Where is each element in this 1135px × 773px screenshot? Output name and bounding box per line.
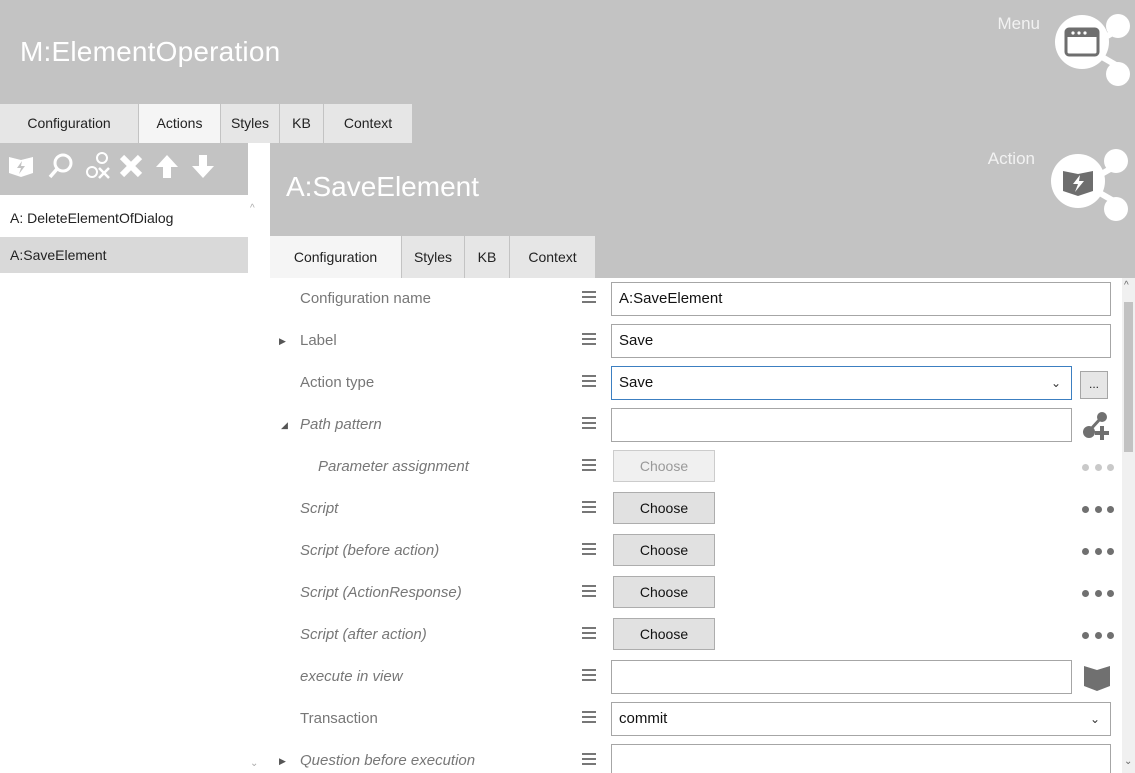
path-pattern-field[interactable] [611, 408, 1072, 442]
chevron-down-icon: ⌄ [1050, 376, 1061, 390]
action-tab-configuration[interactable]: Configuration [270, 236, 402, 278]
tab-actions[interactable]: Actions [139, 104, 221, 143]
action-icon[interactable] [1046, 147, 1131, 225]
property-row: Script (before action) Choose [270, 530, 1120, 572]
action-title: A:SaveElement [286, 171, 479, 202]
more-icon[interactable] [1082, 590, 1114, 598]
hamburger-icon[interactable] [582, 375, 596, 389]
scroll-up-icon[interactable]: ^ [1124, 280, 1129, 291]
hamburger-icon[interactable] [582, 459, 596, 473]
action-label: Action [987, 149, 1035, 168]
move-up-icon[interactable] [152, 151, 182, 181]
collapse-icon[interactable]: ◢ [281, 404, 288, 446]
search-icon[interactable] [46, 151, 76, 181]
property-row: Configuration name A:SaveElement [270, 278, 1120, 320]
action-tab-context[interactable]: Context [510, 236, 596, 278]
property-label: Configuration name [300, 290, 431, 307]
property-grid: Configuration name A:SaveElement ▶ Label… [270, 278, 1135, 773]
actions-toolbar [0, 143, 248, 195]
expand-icon[interactable]: ▶ [279, 320, 286, 362]
property-label: Script (ActionResponse) [300, 584, 462, 601]
action-type-dropdown[interactable]: Save ⌄ [611, 366, 1072, 400]
more-icon[interactable] [1082, 464, 1114, 472]
expand-icon[interactable]: ▶ [279, 740, 286, 773]
delete-icon[interactable] [116, 151, 146, 181]
choose-button[interactable]: Choose [613, 534, 715, 566]
execute-in-view-field[interactable] [611, 660, 1072, 694]
property-row: Parameter assignment Choose [270, 446, 1120, 488]
transaction-dropdown[interactable]: commit ⌄ [611, 702, 1111, 736]
menu-icon[interactable] [1052, 12, 1132, 94]
ellipsis-button[interactable]: ... [1080, 371, 1108, 399]
hamburger-icon[interactable] [582, 291, 596, 305]
property-label: Script (before action) [300, 542, 440, 559]
action-tab-kb[interactable]: KB [465, 236, 510, 278]
chevron-down-icon: ⌄ [1089, 712, 1100, 726]
property-row: Transaction commit ⌄ [270, 698, 1120, 740]
action-header: A:SaveElement Action [270, 143, 1135, 236]
more-icon[interactable] [1082, 548, 1114, 556]
list-scroll-up-icon[interactable]: ^ [250, 203, 255, 214]
list-scroll-down-icon[interactable]: ⌄ [250, 758, 258, 769]
property-row: Script (ActionResponse) Choose [270, 572, 1120, 614]
property-row: ▶ Question before execution [270, 740, 1120, 773]
question-before-execution-field[interactable] [611, 744, 1111, 773]
more-icon[interactable] [1082, 632, 1114, 640]
more-icon[interactable] [1082, 506, 1114, 514]
hamburger-icon[interactable] [582, 669, 596, 683]
property-row: ▶ Label Save [270, 320, 1120, 362]
property-label: Question before execution [300, 752, 476, 769]
hamburger-icon[interactable] [582, 627, 596, 641]
choose-button-disabled[interactable]: Choose [613, 450, 715, 482]
hamburger-icon[interactable] [582, 333, 596, 347]
hamburger-icon[interactable] [582, 711, 596, 725]
scroll-down-icon[interactable]: ⌄ [1124, 756, 1132, 767]
action-type-value: Save [619, 374, 654, 391]
hamburger-icon[interactable] [582, 417, 596, 431]
property-label: Path pattern [300, 416, 382, 433]
menu-label: Menu [997, 14, 1040, 33]
choose-button[interactable]: Choose [613, 576, 715, 608]
tab-kb[interactable]: KB [280, 104, 324, 143]
scroll-thumb[interactable] [1124, 302, 1133, 452]
page-title: M:ElementOperation [20, 36, 281, 67]
property-label: Label [300, 332, 337, 349]
add-action-icon[interactable] [6, 151, 36, 181]
tab-context[interactable]: Context [324, 104, 413, 143]
choose-button[interactable]: Choose [613, 492, 715, 524]
list-item-selected[interactable]: A:SaveElement [0, 237, 248, 273]
property-label: Script [300, 500, 339, 517]
hamburger-icon[interactable] [582, 753, 596, 767]
tab-configuration[interactable]: Configuration [0, 104, 139, 143]
property-label: Transaction [300, 710, 378, 727]
vertical-scrollbar[interactable]: ^ ⌄ [1122, 278, 1135, 773]
tab-styles[interactable]: Styles [221, 104, 280, 143]
hamburger-icon[interactable] [582, 543, 596, 557]
unlink-icon[interactable] [82, 151, 112, 181]
property-label: Script (after action) [300, 626, 427, 643]
action-tabs: Configuration Styles KB Context [270, 236, 1135, 278]
module-header: M:ElementOperation Menu [0, 0, 1135, 100]
actions-list-panel: A: DeleteElementOfDialog A:SaveElement ^… [0, 143, 258, 773]
module-tabs: Configuration Actions Styles KB Context [0, 100, 1135, 143]
transaction-value: commit [619, 710, 668, 727]
hamburger-icon[interactable] [582, 585, 596, 599]
property-row: Script (after action) Choose [270, 614, 1120, 656]
property-row: ◢ Path pattern [270, 404, 1120, 446]
choose-button[interactable]: Choose [613, 618, 715, 650]
hamburger-icon[interactable] [582, 501, 596, 515]
move-down-icon[interactable] [188, 151, 218, 181]
action-tab-styles[interactable]: Styles [402, 236, 465, 278]
property-label: Parameter assignment [318, 458, 469, 475]
list-item[interactable]: A: DeleteElementOfDialog [0, 200, 248, 236]
property-row: Action type Save ⌄ ... [270, 362, 1120, 404]
configuration-name-field[interactable]: A:SaveElement [611, 282, 1111, 316]
label-field[interactable]: Save [611, 324, 1111, 358]
property-label: Action type [300, 374, 375, 391]
add-path-icon[interactable] [1082, 412, 1112, 440]
property-row: execute in view [270, 656, 1120, 698]
property-row: Script Choose [270, 488, 1120, 530]
view-icon[interactable] [1082, 662, 1112, 692]
property-label: execute in view [300, 668, 403, 685]
